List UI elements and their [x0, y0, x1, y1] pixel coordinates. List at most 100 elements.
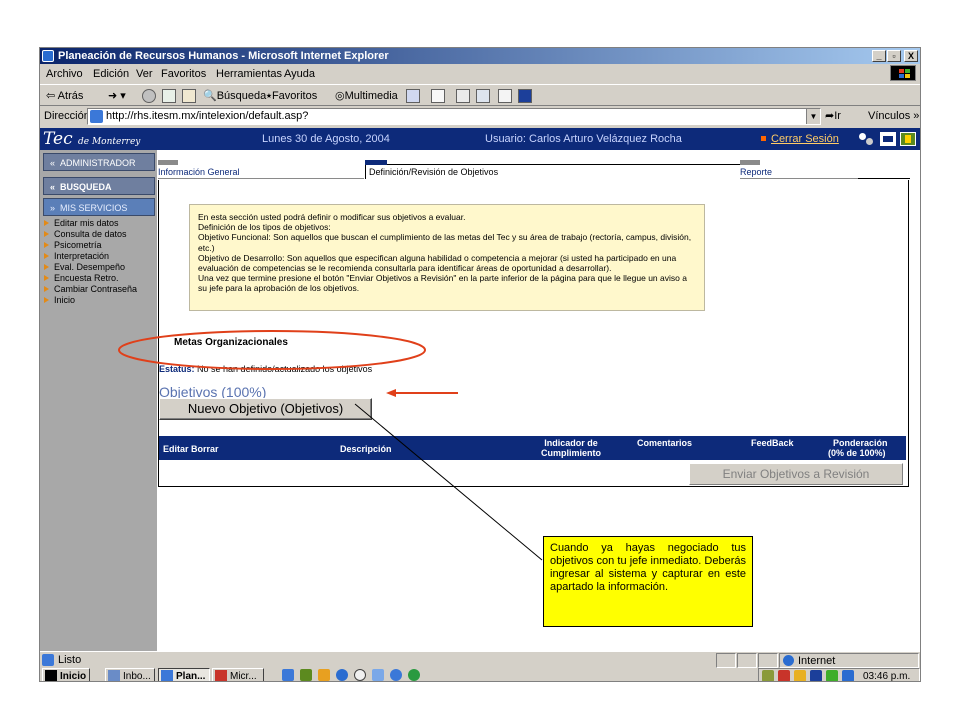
- tab-reporte[interactable]: Reporte: [740, 160, 858, 179]
- collapse-icon: «: [50, 182, 56, 192]
- info-line: Definición de los tipos de objetivos:: [198, 222, 331, 233]
- media-icon[interactable]: [336, 669, 348, 681]
- new-objective-button[interactable]: Nuevo Objetivo (Objetivos): [159, 398, 372, 420]
- task-inbox[interactable]: Inbo...: [105, 668, 155, 681]
- col-comentarios: Comentarios: [637, 438, 693, 448]
- status-value: No se han definido/actualizado los objet…: [197, 364, 373, 374]
- minimize-button[interactable]: _: [872, 50, 886, 62]
- stop-icon[interactable]: [142, 89, 156, 103]
- col-descripcion: Descripción: [340, 444, 392, 454]
- player-icon[interactable]: [354, 669, 366, 681]
- start-label: Inicio: [60, 671, 87, 682]
- address-dropdown-icon[interactable]: ▼: [806, 109, 820, 124]
- tray-icon[interactable]: [794, 670, 806, 681]
- inbox-icon: [108, 670, 120, 681]
- history-icon[interactable]: [406, 89, 420, 103]
- status-label: Estatus:: [159, 364, 195, 374]
- search-button[interactable]: 🔍Búsqueda: [203, 85, 266, 107]
- explorer-icon[interactable]: [390, 669, 402, 681]
- desktop-icon[interactable]: [300, 669, 312, 681]
- forward-button[interactable]: ➜ ▾: [108, 85, 126, 107]
- service-link[interactable]: Consulta de datos: [42, 229, 127, 239]
- sidebar-busqueda[interactable]: « BUSQUEDA: [43, 177, 155, 195]
- messenger-icon[interactable]: [408, 669, 420, 681]
- sidebar-busqueda-label: BUSQUEDA: [60, 182, 112, 192]
- ie-quicklaunch-icon[interactable]: [282, 669, 294, 681]
- ie-icon: [161, 670, 173, 681]
- sidebar-mis-servicios[interactable]: » MIS SERVICIOS: [43, 198, 155, 216]
- menu-archivo[interactable]: Archivo: [46, 65, 83, 83]
- search-label: Búsqueda: [216, 90, 267, 102]
- print-icon[interactable]: [456, 89, 470, 103]
- links-label: Vínculos: [868, 110, 911, 122]
- header-date: Lunes 30 de Agosto, 2004: [262, 133, 390, 145]
- zone-panel: Internet: [779, 653, 919, 668]
- service-link[interactable]: Inicio: [42, 295, 75, 305]
- task-microsoft[interactable]: Micr...: [212, 668, 264, 681]
- window-icon[interactable]: [880, 132, 896, 146]
- refresh-icon[interactable]: [162, 89, 176, 103]
- service-link[interactable]: Cambiar Contraseña: [42, 284, 137, 294]
- tray-icon[interactable]: [810, 670, 822, 681]
- menu-favoritos[interactable]: Favoritos: [161, 65, 206, 83]
- task-planeacion[interactable]: Plan...: [158, 668, 210, 681]
- header-user: Usuario: Carlos Arturo Velázquez Rocha: [485, 133, 682, 145]
- maximize-button[interactable]: ▫: [887, 50, 901, 62]
- info-line: Una vez que termine presione el botón "E…: [198, 273, 687, 294]
- favorites-button[interactable]: ⭑Favoritos: [266, 85, 317, 107]
- tray-icon[interactable]: [762, 670, 774, 681]
- col-editar-borrar: Editar Borrar: [163, 444, 219, 454]
- menu-ayuda[interactable]: Ayuda: [284, 65, 315, 83]
- multimedia-label: Multimedia: [344, 90, 398, 102]
- system-tray: 03:46 p.m.: [758, 668, 920, 681]
- col-ponderacion: Ponderación: [833, 438, 888, 448]
- address-label: Dirección: [44, 110, 90, 122]
- info-line: Objetivo de Desarrollo: Son aquellos que…: [198, 252, 677, 274]
- status-line: Estatus: No se han definido/actualizado …: [159, 364, 372, 374]
- outlook-icon[interactable]: [372, 669, 384, 681]
- tray-icon[interactable]: [826, 670, 838, 681]
- service-link[interactable]: Editar mis datos: [42, 218, 119, 228]
- menu-ver[interactable]: Ver: [136, 65, 153, 83]
- instruction-callout: Cuando ya hayas negociado tus objetivos …: [543, 536, 753, 627]
- logo-main: Tec: [43, 129, 73, 149]
- col-indicador: Indicador de Cumplimiento: [541, 438, 601, 458]
- service-link[interactable]: Eval. Desempeño: [42, 262, 125, 272]
- exit-icon[interactable]: [900, 132, 916, 146]
- tab-label: Definición/Revisión de Objetivos: [369, 167, 499, 177]
- globe-icon: [783, 655, 794, 666]
- messenger-icon[interactable]: [518, 89, 532, 103]
- users-icon[interactable]: [859, 132, 875, 146]
- mail-icon[interactable]: [431, 89, 445, 103]
- info-line: Objetivo Funcional: Son aquellos que bus…: [198, 232, 692, 253]
- app-icon[interactable]: [318, 669, 330, 681]
- go-button[interactable]: ➦Ir: [825, 106, 841, 127]
- sidebar-admin-rh[interactable]: «ADMINISTRADOR R.H.: [43, 153, 155, 186]
- start-button[interactable]: Inicio: [42, 668, 90, 682]
- tray-icon[interactable]: [778, 670, 790, 681]
- logout-link[interactable]: Cerrar Sesión: [771, 128, 839, 150]
- home-icon[interactable]: [182, 89, 196, 103]
- tab-definicion-objetivos[interactable]: Definición/Revisión de Objetivos: [365, 160, 741, 179]
- content-panel: En esta sección usted podrá definir o mo…: [158, 180, 909, 487]
- service-link[interactable]: Psicometría: [42, 240, 102, 250]
- menu-edicion[interactable]: Edición: [93, 65, 129, 83]
- service-link[interactable]: Interpretación: [42, 251, 109, 261]
- discuss-icon[interactable]: [498, 89, 512, 103]
- send-objectives-button[interactable]: Enviar Objetivos a Revisión: [689, 463, 903, 485]
- multimedia-button[interactable]: ◎Multimedia: [335, 85, 398, 107]
- tab-label: Información General: [158, 167, 240, 177]
- menu-herramientas[interactable]: Herramientas: [216, 65, 282, 83]
- back-button[interactable]: ⇦ Atrás: [46, 85, 83, 107]
- go-label: Ir: [834, 110, 841, 122]
- sidebar: «ADMINISTRADOR R.H. « BUSQUEDA » MIS SERVI…: [40, 150, 157, 651]
- tab-informacion-general[interactable]: Información General: [158, 160, 364, 179]
- service-link[interactable]: Encuesta Retro.: [42, 273, 119, 283]
- links-button[interactable]: Vínculos »: [868, 106, 919, 127]
- address-bar: Dirección http://rhs.itesm.mx/intelexion…: [40, 106, 920, 127]
- tray-icon[interactable]: [842, 670, 854, 681]
- edit-icon[interactable]: [476, 89, 490, 103]
- close-button[interactable]: X: [904, 50, 918, 62]
- browser-window: Planeación de Recursos Humanos - Microso…: [39, 47, 921, 682]
- address-input[interactable]: http://rhs.itesm.mx/intelexion/default.a…: [87, 108, 821, 125]
